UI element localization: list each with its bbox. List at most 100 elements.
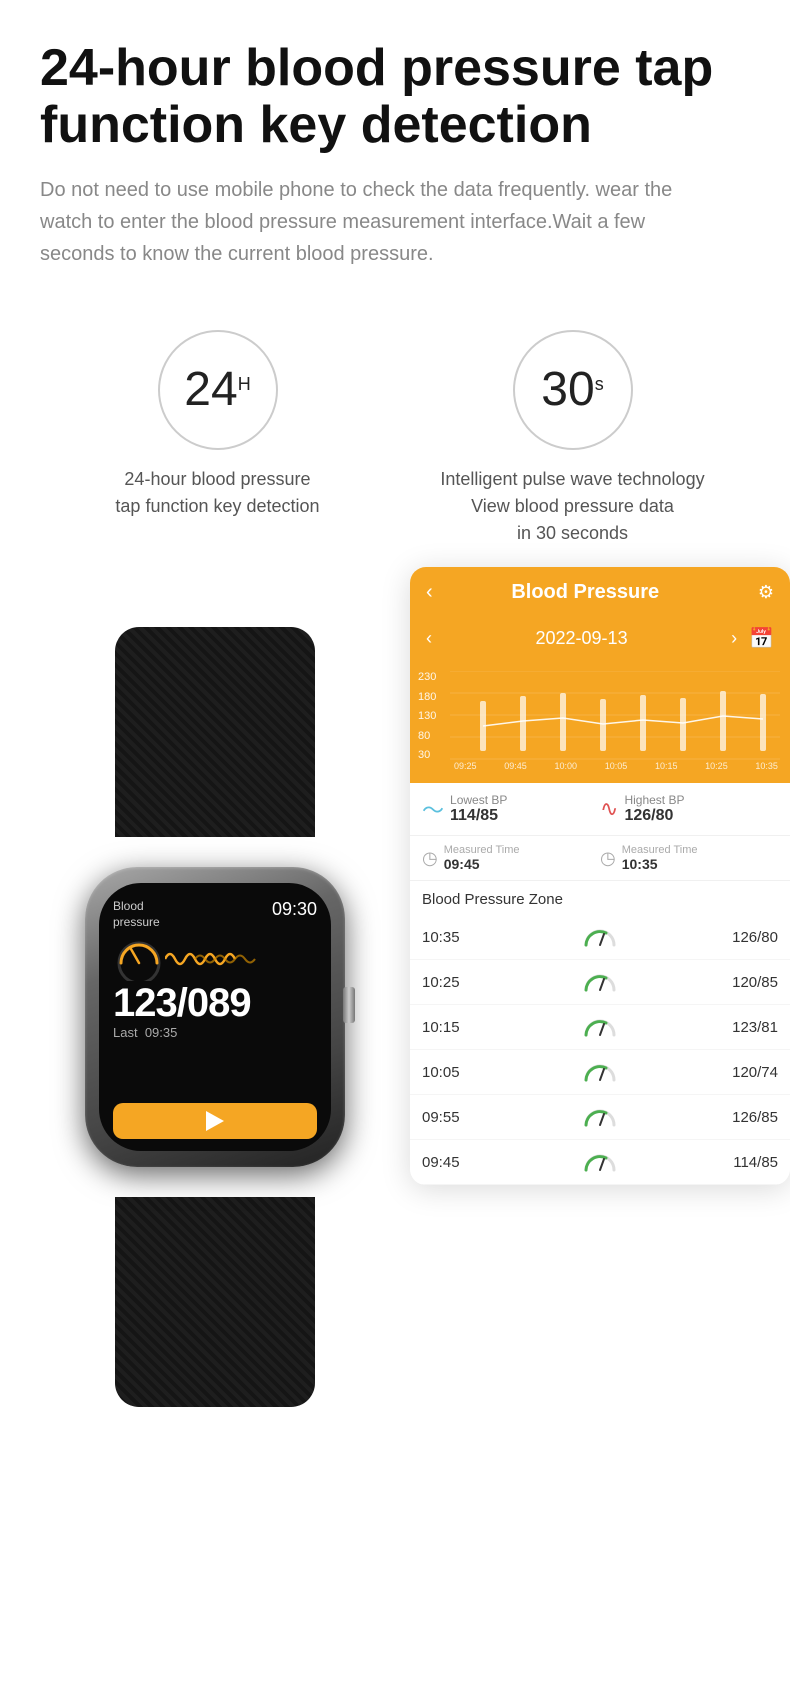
icon-label-30s: Intelligent pulse wave technologyView bl… xyxy=(440,466,704,547)
bp-row-3: 10:05 120/74 xyxy=(410,1050,790,1095)
bp-value-1: 120/85 xyxy=(708,974,778,991)
watch-screen: Blood pressure 09:30 xyxy=(99,883,331,1151)
bp-value-5: 114/85 xyxy=(708,1154,778,1171)
strap-top xyxy=(115,627,315,837)
bp-time-3: 10:05 xyxy=(422,1064,492,1081)
bp-value-0: 126/80 xyxy=(708,929,778,946)
bp-time-1: 10:25 xyxy=(422,974,492,991)
watch-gauge-row xyxy=(113,937,317,981)
bp-gauge-3 xyxy=(492,1060,708,1084)
chart-time-6: 10:25 xyxy=(705,761,728,771)
icon-label-24h: 24-hour blood pressuretap function key d… xyxy=(115,466,319,520)
chart-label-230: 230 xyxy=(418,671,436,683)
subtitle: Do not need to use mobile phone to check… xyxy=(40,174,720,270)
bp-row-5: 09:45 114/85 xyxy=(410,1140,790,1185)
app-date-row: ‹ 2022-09-13 › 📅 xyxy=(410,618,790,663)
watch-wrapper: Blood pressure 09:30 xyxy=(25,607,405,1427)
circle-30s: 30 s xyxy=(513,330,633,450)
circle-24h: 24 H xyxy=(158,330,278,450)
watch-container: Blood pressure 09:30 xyxy=(0,587,430,1427)
watch-play-button[interactable] xyxy=(113,1103,317,1139)
icon-unit-s: s xyxy=(595,374,604,395)
bp-time-0: 10:35 xyxy=(422,929,492,946)
measured-time-1-block: ◷ Measured Time 09:45 xyxy=(422,844,600,872)
icon-block-24h: 24 H 24-hour blood pressuretap function … xyxy=(40,330,395,520)
bp-time-2: 10:15 xyxy=(422,1019,492,1036)
watch-wave-svg xyxy=(165,944,265,974)
icon-block-30s: 30 s Intelligent pulse wave technologyVi… xyxy=(395,330,750,547)
chart-svg xyxy=(450,671,780,761)
app-title: Blood Pressure xyxy=(421,581,750,604)
bp-row-4: 09:55 126/85 xyxy=(410,1095,790,1140)
settings-icon[interactable]: ⚙ xyxy=(758,582,774,603)
chart-svg-area xyxy=(450,671,782,761)
icons-row: 24 H 24-hour blood pressuretap function … xyxy=(0,290,790,567)
chart-label-30: 30 xyxy=(418,749,436,761)
watch-last: Last 09:35 xyxy=(113,1025,317,1040)
bp-gauge-2 xyxy=(492,1015,708,1039)
watch-gauge-svg xyxy=(113,937,165,981)
bp-value-4: 126/85 xyxy=(708,1109,778,1126)
bp-value-2: 123/81 xyxy=(708,1019,778,1036)
date-next-button[interactable]: › xyxy=(731,628,737,649)
clock-icon-1: ◷ xyxy=(422,848,438,869)
measured-time-value-2: 10:35 xyxy=(622,856,698,872)
chart-label-180: 180 xyxy=(418,691,436,703)
watch-bp-label: Blood pressure xyxy=(113,899,160,930)
chart-time-4: 10:05 xyxy=(605,761,628,771)
bp-row-0: 10:35 126/80 xyxy=(410,915,790,960)
app-date-text: 2022-09-13 xyxy=(444,628,719,649)
measured-time-value-1: 09:45 xyxy=(444,856,520,872)
play-icon xyxy=(206,1111,224,1131)
watch-case: Blood pressure 09:30 xyxy=(85,867,345,1167)
strap-bottom xyxy=(115,1197,315,1407)
measured-time-label-2: Measured Time xyxy=(622,844,698,856)
bp-value-3: 120/74 xyxy=(708,1064,778,1081)
lowest-bp-info: Lowest BP 114/85 xyxy=(450,793,507,825)
app-header: ‹ Blood Pressure ⚙ xyxy=(410,567,790,618)
icon-unit-h: H xyxy=(238,374,251,395)
calendar-icon[interactable]: 📅 xyxy=(749,626,774,651)
lowest-bp-block: 〜 Lowest BP 114/85 xyxy=(422,793,600,825)
bp-gauge-5 xyxy=(492,1150,708,1174)
watch-top-row: Blood pressure 09:30 xyxy=(113,899,317,930)
bp-list: 10:35 126/80 10:25 120/85 10:15 123/81 xyxy=(410,915,790,1185)
icon-number-24: 24 xyxy=(184,366,237,414)
chart-time-5: 10:15 xyxy=(655,761,678,771)
highest-bp-label: Highest BP xyxy=(624,793,684,807)
measured-time-1-info: Measured Time 09:45 xyxy=(444,844,520,872)
bp-row-1: 10:25 120/85 xyxy=(410,960,790,1005)
app-panel: ‹ Blood Pressure ⚙ ‹ 2022-09-13 › 📅 230 … xyxy=(410,567,790,1185)
watch-time: 09:30 xyxy=(272,899,317,920)
chart-time-7: 10:35 xyxy=(755,761,778,771)
icon-number-30: 30 xyxy=(541,366,594,414)
bp-time-4: 09:55 xyxy=(422,1109,492,1126)
chart-time-3: 10:00 xyxy=(554,761,577,771)
date-prev-button[interactable]: ‹ xyxy=(426,628,432,649)
bp-gauge-0 xyxy=(492,925,708,949)
chart-y-labels: 230 180 130 80 30 xyxy=(418,671,436,761)
chart-label-130: 130 xyxy=(418,710,436,722)
main-content: Blood pressure 09:30 xyxy=(0,567,790,1467)
main-title: 24-hour blood pressure tap function key … xyxy=(40,40,750,154)
measured-time-2-info: Measured Time 10:35 xyxy=(622,844,698,872)
app-zone-header: Blood Pressure Zone xyxy=(410,881,790,915)
low-wave-icon: 〜 xyxy=(422,793,444,825)
bp-row-2: 10:15 123/81 xyxy=(410,1005,790,1050)
watch-crown xyxy=(343,987,355,1023)
lowest-bp-label: Lowest BP xyxy=(450,793,507,807)
watch-reading: 123/089 xyxy=(113,983,317,1023)
header-section: 24-hour blood pressure tap function key … xyxy=(0,0,790,290)
measured-time-2-block: ◷ Measured Time 10:35 xyxy=(600,844,778,872)
highest-bp-block: ∿ Highest BP 126/80 xyxy=(600,793,778,825)
highest-bp-info: Highest BP 126/80 xyxy=(624,793,684,825)
bp-gauge-4 xyxy=(492,1105,708,1129)
chart-time-labels: 09:25 09:45 10:00 10:05 10:15 10:25 10:3… xyxy=(450,761,782,771)
chart-label-80: 80 xyxy=(418,730,436,742)
clock-icon-2: ◷ xyxy=(600,848,616,869)
high-wave-icon: ∿ xyxy=(600,796,618,822)
lowest-bp-value: 114/85 xyxy=(450,807,507,825)
zone-label: Blood Pressure Zone xyxy=(422,891,563,908)
app-stats-row: 〜 Lowest BP 114/85 ∿ Highest BP 126/80 xyxy=(410,783,790,836)
highest-bp-value: 126/80 xyxy=(624,807,684,825)
